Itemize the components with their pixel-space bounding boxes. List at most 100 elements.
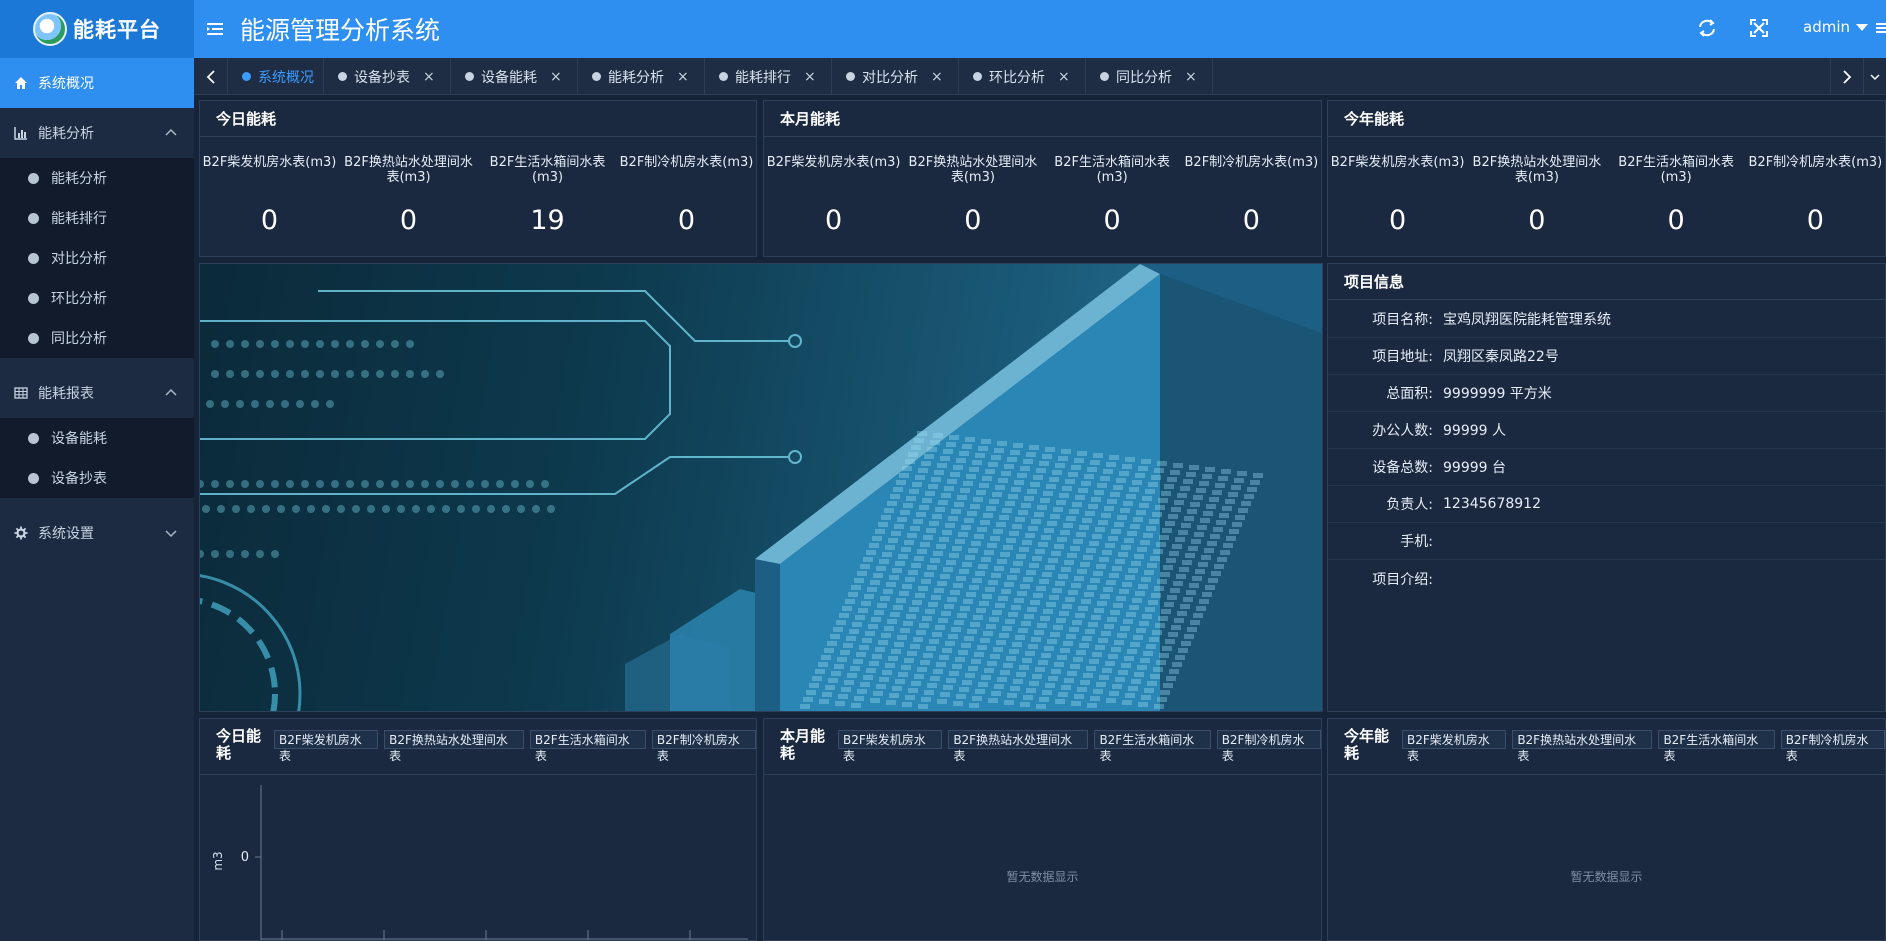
refresh-icon[interactable]: [1696, 17, 1718, 39]
meter-chip[interactable]: B2F制冷机房水表: [1216, 730, 1321, 763]
fullscreen-icon[interactable]: [1748, 17, 1770, 39]
bar-chart-icon: [14, 127, 27, 140]
tab-label: 能耗分析: [608, 69, 664, 86]
sidebar-subitem-comparison[interactable]: 对比分析: [0, 238, 194, 278]
stat-value: 0: [677, 205, 696, 236]
user-menu[interactable]: admin: [1803, 18, 1868, 36]
sidebar-subitem-label: 能耗分析: [51, 171, 107, 187]
stat-value: 0: [964, 205, 982, 236]
close-icon[interactable]: ×: [677, 69, 689, 85]
stat-item: B2F柴发机房水表(m3) 0: [764, 155, 903, 236]
close-icon[interactable]: ×: [1058, 69, 1070, 85]
logo-emblem-icon: [33, 12, 67, 46]
meter-chip[interactable]: B2F制冷机房水表: [651, 730, 757, 763]
tabs-scroll-right-button[interactable]: [1830, 58, 1864, 95]
meter-chip[interactable]: B2F柴发机房水表: [274, 730, 379, 763]
info-row-staff: 办公人数: 99999 人: [1328, 412, 1885, 449]
meter-chip[interactable]: B2F换热站水处理间水表: [948, 730, 1089, 763]
info-label: 项目地址:: [1372, 349, 1433, 365]
caret-down-icon: [1856, 23, 1868, 31]
year-energy-panel: 今年能耗 B2F柴发机房水表(m3) 0 B2F换热站水处理间水表(m3) 0 B2…: [1327, 100, 1886, 257]
more-icon[interactable]: [1874, 17, 1886, 39]
bullet-icon: [28, 252, 39, 264]
top-header: 能耗平台 能源管理分析系统 admin: [0, 0, 1886, 58]
panel-title: 项目信息: [1328, 264, 1885, 300]
tab-mom[interactable]: 环比分析 ×: [959, 58, 1086, 95]
sidebar-item-overview[interactable]: 系统概况: [0, 58, 194, 108]
sidebar-subitem-label: 环比分析: [51, 291, 107, 307]
no-data-message: 暂无数据显示: [1006, 870, 1079, 884]
sidebar-subitem-energy-analysis[interactable]: 能耗分析: [0, 158, 194, 198]
tab-energy-analysis[interactable]: 能耗分析 ×: [578, 58, 705, 95]
tab-yoy[interactable]: 同比分析 ×: [1086, 58, 1213, 95]
panel-title: 今日能耗: [200, 101, 756, 137]
tab-comparison[interactable]: 对比分析 ×: [832, 58, 959, 95]
logo-text: 能耗平台: [73, 17, 161, 42]
close-icon[interactable]: ×: [804, 69, 816, 85]
chevron-up-icon: [165, 388, 177, 396]
meter-chip[interactable]: B2F生活水箱间水表: [1658, 730, 1775, 763]
stat-label: B2F生活水箱间水表(m3): [489, 155, 606, 185]
chart-title: 本月能耗: [780, 727, 826, 762]
today-energy-chart: m3 0: [211, 785, 748, 940]
meter-chip[interactable]: B2F生活水箱间水表: [529, 730, 646, 763]
stat-value: 0: [1667, 205, 1685, 236]
app-title: 能源管理分析系统: [240, 16, 441, 45]
month-energy-panel: 本月能耗 B2F柴发机房水表(m3) 0 B2F换热站水处理间水表(m3) 0 B2…: [763, 100, 1322, 257]
tabs-scroll-left-button[interactable]: [194, 58, 228, 95]
info-row-name: 项目名称: 宝鸡凤翔医院能耗管理系统: [1328, 301, 1885, 338]
info-row-devices: 设备总数: 99999 台: [1328, 449, 1885, 486]
sidebar-item-label: 能耗分析: [38, 126, 94, 142]
meter-chip[interactable]: B2F制冷机房水表: [1780, 730, 1885, 763]
close-icon[interactable]: ×: [550, 69, 562, 85]
stat-item: B2F换热站水处理间水表(m3) 0: [1467, 155, 1606, 236]
project-info-panel: 项目信息 项目名称: 宝鸡凤翔医院能耗管理系统 项目地址: 凤翔区秦凤路22号 总面…: [1327, 263, 1886, 712]
stat-label: B2F换热站水处理间水表(m3): [1472, 155, 1602, 185]
sidebar-subitem-label: 设备抄表: [51, 471, 107, 487]
tab-label: 环比分析: [989, 69, 1045, 86]
stat-item: B2F柴发机房水表(m3) 0: [200, 155, 339, 236]
tab-device-energy[interactable]: 设备能耗 ×: [451, 58, 578, 95]
sidebar-subitem-label: 设备能耗: [51, 431, 107, 447]
bullet-icon: [28, 292, 39, 304]
meter-chip[interactable]: B2F柴发机房水表: [1402, 730, 1507, 763]
meter-chip[interactable]: B2F换热站水处理间水表: [384, 730, 524, 763]
sidebar-subitem-mom[interactable]: 环比分析: [0, 278, 194, 318]
table-icon: [14, 387, 28, 399]
sidebar-subitem-device-reading[interactable]: 设备抄表: [0, 458, 194, 498]
sidebar-item-label: 系统概况: [38, 76, 94, 92]
sidebar-subitem-yoy[interactable]: 同比分析: [0, 318, 194, 358]
close-icon[interactable]: ×: [423, 69, 435, 85]
meter-chip[interactable]: B2F生活水箱间水表: [1094, 730, 1211, 763]
info-value: 12345678912: [1443, 496, 1541, 512]
sidebar-subitem-device-energy[interactable]: 设备能耗: [0, 418, 194, 458]
sidebar-submenu-energy-report: 设备能耗 设备抄表: [0, 418, 194, 498]
sidebar-item-settings[interactable]: 系统设置: [0, 508, 194, 558]
close-icon[interactable]: ×: [1185, 69, 1197, 85]
info-label: 项目名称:: [1372, 312, 1433, 328]
sidebar-item-energy-analysis[interactable]: 能耗分析: [0, 108, 194, 158]
sidebar-item-energy-report[interactable]: 能耗报表: [0, 368, 194, 418]
stat-value: 0: [399, 205, 418, 236]
meter-chip[interactable]: B2F换热站水处理间水表: [1512, 730, 1653, 763]
info-value: 凤翔区秦凤路22号: [1443, 349, 1559, 365]
info-row-intro: 项目介绍:: [1328, 560, 1885, 597]
tab-energy-ranking[interactable]: 能耗排行 ×: [705, 58, 832, 95]
chart-header: 今日能耗 B2F柴发机房水表 B2F换热站水处理间水表 B2F生活水箱间水表 B…: [200, 719, 757, 775]
sidebar-subitem-energy-ranking[interactable]: 能耗排行: [0, 198, 194, 238]
building-illustration: [200, 264, 1322, 711]
logo[interactable]: 能耗平台: [0, 0, 194, 58]
meter-chip[interactable]: B2F柴发机房水表: [838, 730, 943, 763]
info-row-phone: 手机:: [1328, 523, 1885, 560]
sidebar: 系统概况 能耗分析 能耗分析 能耗排行 对比分析 环比分析 同比分析 能耗报表 …: [0, 58, 194, 941]
bullet-icon: [28, 472, 39, 484]
tab-overview[interactable]: 系统概况: [228, 58, 324, 95]
tab-device-reading[interactable]: 设备抄表 ×: [324, 58, 451, 95]
tabs-menu-button[interactable]: [1864, 58, 1886, 95]
close-icon[interactable]: ×: [931, 69, 943, 85]
menu-toggle-icon[interactable]: [206, 19, 224, 39]
sidebar-submenu-energy-analysis: 能耗分析 能耗排行 对比分析 环比分析 同比分析: [0, 158, 194, 358]
tabs-bar: 系统概况 设备抄表 × 设备能耗 × 能耗分析 × 能耗排行 × 对比分析 × …: [194, 58, 1886, 95]
tab-label: 对比分析: [862, 69, 918, 86]
stat-item: B2F制冷机房水表(m3) 0: [1746, 155, 1885, 236]
